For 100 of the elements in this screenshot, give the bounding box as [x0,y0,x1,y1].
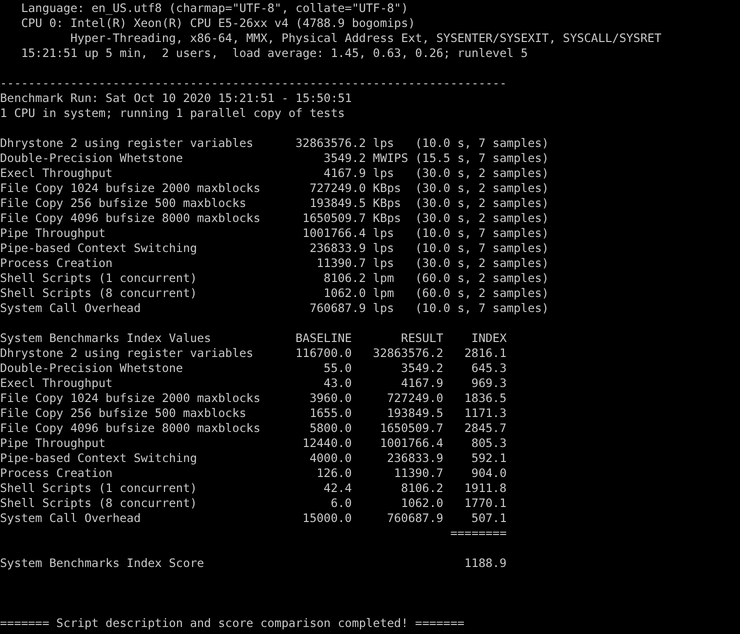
result-value: 1062.0 [400,496,444,511]
result-value: 4167.9 [400,376,444,391]
run-info-line: Benchmark Run: Sat Oct 10 2020 15:21:51 - 15:50:51 [0,91,352,106]
system-info-line: 15:21:51 up 5 min, 2 users, load average: 1.45, 0.63, 0.26; runlevel 5 [21,46,528,61]
index-value: 969.3 [470,376,507,391]
test-name: Execl Throughput [0,166,114,181]
baseline-value: 12440.0 [302,436,352,451]
test-name: File Copy 256 bufsize 500 maxblocks [0,196,248,211]
dashed-separator: ------------------------------------------------------------------------ [0,76,507,91]
baseline-value: 126.0 [316,466,352,481]
test-value: 760687.9 [308,301,366,316]
test-value: 1650509.7 [302,211,366,226]
baseline-value: 42.4 [322,481,352,496]
result-value: 11390.7 [393,466,444,481]
baseline-value: 55.0 [322,361,352,376]
index-value: 1770.1 [463,496,507,511]
test-name: File Copy 4096 bufsize 8000 maxblocks [0,211,262,226]
test-value: 4167.9 [322,166,366,181]
result-value: 760687.9 [386,511,444,526]
test-unit: lps [372,136,396,151]
test-unit: KBps [372,211,402,226]
baseline-value: 3960.0 [308,391,352,406]
test-name: Shell Scripts (1 concurrent) [0,271,198,286]
test-name: Process Creation [0,256,114,271]
index-value: 1171.3 [463,406,507,421]
test-name: System Call Overhead [0,511,142,526]
column-header: BASELINE [294,331,352,346]
index-value: 507.1 [470,511,507,526]
result-value: 727249.0 [386,391,444,406]
test-name: System Call Overhead [0,301,142,316]
test-name: Process Creation [0,466,114,481]
baseline-value: 43.0 [322,376,352,391]
index-score: 1188.9 [463,556,507,571]
test-name: Execl Throughput [0,376,114,391]
test-value: 727249.0 [308,181,366,196]
system-info-line: Hyper-Threading, x86-64, MMX, Physical Address Ext, SYSENTER/SYSEXIT, SYSCALL/SYSRET [70,31,662,46]
index-value: 2845.7 [463,421,507,436]
test-value: 11390.7 [316,256,366,271]
test-value: 193849.5 [308,196,366,211]
test-unit: lps [372,166,396,181]
test-name: Pipe-based Context Switching [0,451,198,466]
baseline-value: 116700.0 [294,346,352,361]
test-name: File Copy 256 bufsize 500 maxblocks [0,406,248,421]
result-value: 8106.2 [400,481,444,496]
test-unit: KBps [372,181,402,196]
run-info-line: 1 CPU in system; running 1 parallel copy of tests [0,106,345,121]
test-duration: (10.0 s, 7 samples) [415,226,549,241]
test-name: File Copy 4096 bufsize 8000 maxblocks [0,421,262,436]
index-value: 1911.8 [463,481,507,496]
test-unit: lpm [372,271,396,286]
test-duration: (30.0 s, 2 samples) [415,256,549,271]
test-value: 8106.2 [322,271,366,286]
test-duration: (30.0 s, 2 samples) [415,181,549,196]
test-duration: (60.0 s, 2 samples) [415,271,549,286]
result-value: 1001766.4 [378,436,444,451]
test-unit: lps [372,241,396,256]
test-name: Shell Scripts (8 concurrent) [0,286,198,301]
index-value: 2816.1 [463,346,507,361]
index-value: 592.1 [470,451,507,466]
test-value: 236833.9 [308,241,366,256]
test-name: Shell Scripts (1 concurrent) [0,481,198,496]
column-header: INDEX [470,331,507,346]
test-duration: (15.5 s, 7 samples) [415,151,549,166]
test-unit: lpm [372,286,396,301]
baseline-value: 1655.0 [308,406,352,421]
index-value: 645.3 [470,361,507,376]
test-unit: lps [372,226,396,241]
system-info-line: Language: en_US.utf8 (charmap="UTF-8", collate="UTF-8") [21,1,408,16]
index-value: 805.3 [470,436,507,451]
test-value: 1001766.4 [302,226,366,241]
result-value: 1650509.7 [378,421,444,436]
total-rule: ======== [450,526,507,541]
test-duration: (30.0 s, 2 samples) [415,166,549,181]
result-value: 3549.2 [400,361,444,376]
result-value: 236833.9 [386,451,444,466]
test-name: Dhrystone 2 using register variables [0,136,254,151]
test-name: Dhrystone 2 using register variables [0,346,254,361]
index-title: System Benchmarks Index Values [0,331,212,346]
test-duration: (10.0 s, 7 samples) [415,241,549,256]
test-value: 32863576.2 [294,136,366,151]
test-duration: (10.0 s, 7 samples) [415,136,549,151]
index-value: 904.0 [470,466,507,481]
test-name: Shell Scripts (8 concurrent) [0,496,198,511]
baseline-value: 15000.0 [302,511,352,526]
index-value: 1836.5 [463,391,507,406]
score-label: System Benchmarks Index Score [0,556,206,571]
test-value: 3549.2 [322,151,366,166]
result-value: 193849.5 [386,406,444,421]
column-header: RESULT [400,331,444,346]
test-name: File Copy 1024 bufsize 2000 maxblocks [0,391,262,406]
test-name: Pipe Throughput [0,436,107,451]
baseline-value: 6.0 [330,496,352,511]
test-value: 1062.0 [322,286,366,301]
system-info-line: CPU 0: Intel(R) Xeon(R) CPU E5-26xx v4 (4788.9 bogomips) [21,16,416,31]
test-name: Double-Precision Whetstone [0,151,184,166]
test-unit: MWIPS [372,151,408,166]
baseline-value: 5800.0 [308,421,352,436]
test-unit: lps [372,301,396,316]
completion-message: ======= Script description and score comparison completed! ======= [0,616,464,631]
test-duration: (60.0 s, 2 samples) [415,286,549,301]
